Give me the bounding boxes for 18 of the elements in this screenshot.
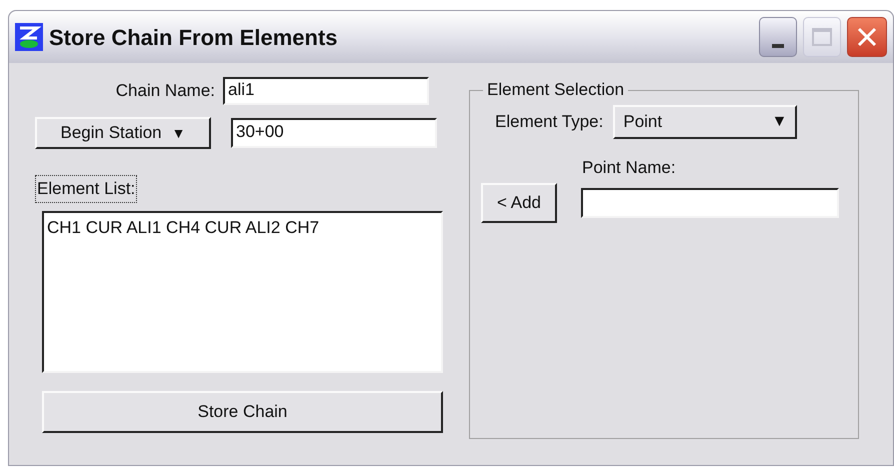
minimize-button[interactable] — [759, 17, 797, 57]
store-chain-button[interactable]: Store Chain — [42, 390, 443, 432]
app-logo-icon — [15, 23, 43, 51]
close-icon — [856, 26, 878, 48]
window-title: Store Chain From Elements — [49, 24, 338, 52]
chain-name-label: Chain Name: — [114, 80, 216, 102]
add-button[interactable]: < Add — [481, 182, 557, 222]
element-type-dropdown[interactable]: Point ▼ — [613, 105, 798, 139]
element-type-label: Element Type: — [495, 111, 604, 134]
begin-station-button[interactable]: Begin Station ▼ — [35, 117, 211, 149]
begin-station-field[interactable]: 30+00 — [231, 118, 437, 148]
chain-name-field[interactable]: ali1 — [223, 77, 429, 105]
element-list-label: Element List: — [35, 175, 138, 202]
point-name-field[interactable] — [581, 188, 839, 218]
list-item[interactable]: CH1 CUR ALI1 CH4 CUR ALI2 CH7 — [47, 214, 438, 240]
element-list[interactable]: CH1 CUR ALI1 CH4 CUR ALI2 CH7 — [42, 210, 443, 372]
point-name-label: Point Name: — [582, 157, 677, 179]
close-button[interactable] — [847, 17, 887, 57]
